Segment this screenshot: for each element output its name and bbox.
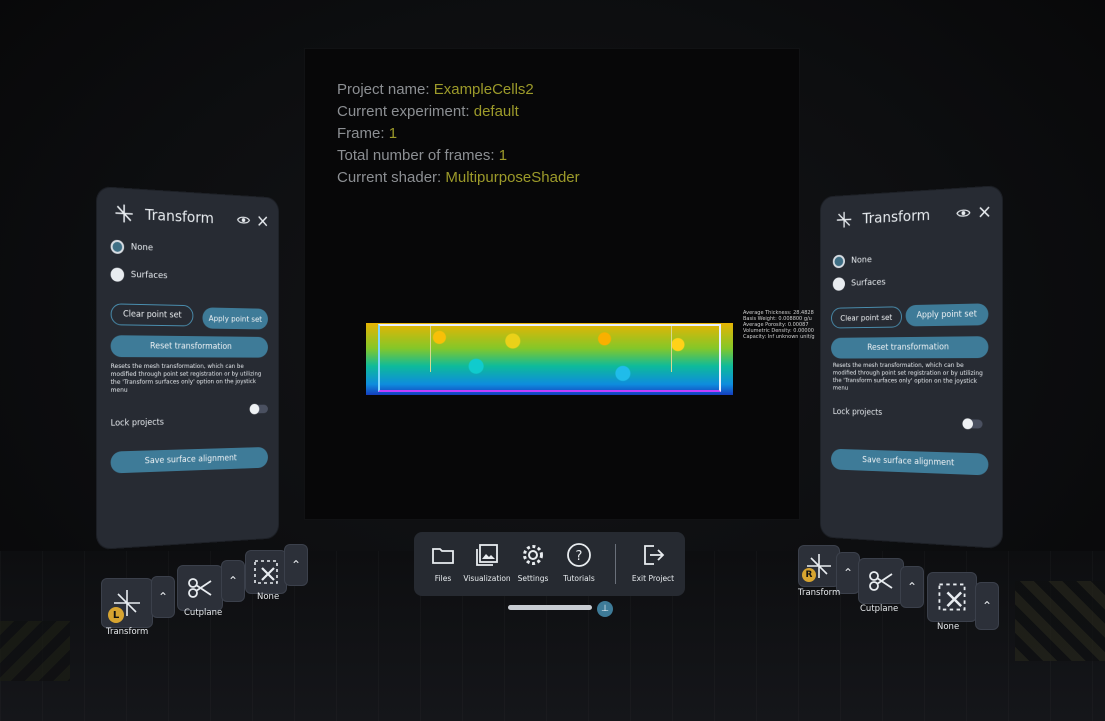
exit-icon: [644, 545, 665, 565]
project-name-line: Project name: ExampleCells2: [337, 81, 534, 98]
exit-project-label: Exit Project: [631, 574, 675, 583]
chevron-up-icon: ⌃: [227, 574, 239, 588]
cutplane-tool-label: Cutplane: [860, 604, 899, 614]
panel-title: Transform: [862, 206, 931, 228]
radio-surfaces[interactable]: Surfaces: [832, 276, 886, 291]
radio-surfaces[interactable]: Surfaces: [110, 267, 168, 283]
close-icon[interactable]: [256, 213, 270, 229]
lock-projects-toggle[interactable]: [250, 404, 268, 414]
left-hand-badge: L: [108, 607, 124, 623]
none-expand-button[interactable]: ⌃: [284, 544, 308, 586]
visualization-button[interactable]: Visualization: [462, 542, 512, 583]
reset-transformation-button[interactable]: Reset transformation: [831, 336, 989, 359]
lock-projects-toggle[interactable]: [963, 419, 983, 429]
tutorials-label: Tutorials: [563, 574, 595, 583]
image-gallery-icon: [476, 544, 498, 566]
files-label: Files: [434, 574, 452, 583]
svg-text:?: ?: [576, 549, 583, 564]
panel-title: Transform: [145, 205, 214, 228]
transform-tool-chip[interactable]: L: [101, 578, 153, 628]
floor-hazard-stripes-left: [0, 621, 70, 681]
inner-bounding-box: [430, 326, 672, 372]
visualization-label: Visualization: [463, 574, 511, 583]
shader-line: Current shader: MultipurposeShader: [337, 169, 580, 186]
selection-x-icon: [938, 583, 966, 611]
save-surface-alignment-button[interactable]: Save surface alignment: [831, 448, 989, 476]
selection-x-icon: [254, 560, 278, 584]
experiment-line: Current experiment: default: [337, 103, 519, 120]
floor-hazard-stripes-right: [1015, 581, 1105, 661]
info-screen: Project name: ExampleCells2 Current expe…: [304, 48, 800, 520]
settings-label: Settings: [517, 574, 549, 583]
radio-selected-icon[interactable]: [832, 254, 845, 269]
cutplane-expand-button[interactable]: ⌃: [900, 566, 924, 608]
chevron-up-icon: ⌃: [981, 599, 993, 613]
transform-tool-label: Transform: [798, 588, 841, 598]
total-frames-line: Total number of frames: 1: [337, 147, 508, 164]
eye-icon[interactable]: [236, 212, 250, 228]
files-button[interactable]: Files: [418, 542, 468, 583]
pin-icon[interactable]: ⊥: [597, 601, 613, 617]
radio-none-label: None: [130, 242, 154, 254]
transform-axes-icon: [113, 201, 136, 226]
tutorials-button[interactable]: ? Tutorials: [554, 542, 604, 583]
clear-point-set-button[interactable]: Clear point set: [831, 306, 902, 329]
reset-description: Resets the mesh transformation, which ca…: [832, 362, 983, 392]
exit-project-button[interactable]: Exit Project: [628, 542, 678, 583]
folder-icon: [432, 548, 454, 564]
dock-drag-handle[interactable]: [508, 605, 592, 610]
transform-axes-icon: [835, 209, 854, 231]
chevron-up-icon: ⌃: [842, 566, 854, 580]
chevron-up-icon: ⌃: [157, 590, 169, 604]
frame-line: Frame: 1: [337, 125, 398, 142]
radio-none[interactable]: None: [832, 253, 872, 269]
radio-surfaces-label: Surfaces: [130, 270, 168, 282]
save-surface-alignment-button[interactable]: Save surface alignment: [110, 446, 268, 474]
cutplane-tool-label: Cutplane: [184, 608, 223, 618]
radio-unselected-icon[interactable]: [110, 267, 125, 282]
close-icon[interactable]: [977, 204, 992, 221]
radio-unselected-icon[interactable]: [832, 277, 845, 291]
radio-surfaces-label: Surfaces: [851, 277, 886, 289]
transform-panel-right: Transform None Surfaces Clear point set …: [820, 186, 1002, 548]
none-tool-label: None: [937, 622, 960, 632]
eye-icon[interactable]: [956, 205, 971, 222]
right-hand-badge: R: [802, 568, 816, 582]
scissors-icon: [869, 571, 893, 591]
apply-point-set-button[interactable]: Apply point set: [202, 307, 268, 330]
project-info: Project name: ExampleCells2 Current expe…: [337, 79, 580, 189]
settings-button[interactable]: Settings: [508, 542, 558, 583]
chevron-up-icon: ⌃: [906, 580, 918, 594]
stat-line: Capacity: Inf unknown unit/g: [743, 334, 815, 340]
none-tool-chip[interactable]: [927, 572, 977, 622]
panel-header: Transform: [829, 197, 992, 235]
dock-divider: [615, 544, 616, 584]
radio-none-label: None: [851, 255, 872, 266]
main-menu-dock: Files Visualization Settings ? Tutorials…: [414, 532, 685, 596]
transform-panel-left: Transform None Surfaces Clear point set …: [97, 187, 279, 549]
none-tool-label: None: [257, 592, 280, 602]
reset-description: Resets the mesh transformation, which ca…: [110, 363, 262, 394]
chevron-up-icon: ⌃: [290, 558, 302, 572]
none-expand-button[interactable]: ⌃: [975, 582, 999, 630]
transform-expand-button[interactable]: ⌃: [151, 576, 175, 618]
none-tool-chip[interactable]: [245, 550, 287, 594]
gear-icon: [523, 545, 543, 565]
cutplane-tool-chip[interactable]: [858, 558, 904, 604]
apply-point-set-button[interactable]: Apply point set: [905, 303, 989, 327]
radio-none[interactable]: None: [110, 239, 154, 256]
radio-selected-icon[interactable]: [110, 239, 125, 255]
lock-projects-label: Lock projects: [110, 417, 164, 429]
cutplane-expand-button[interactable]: ⌃: [221, 560, 245, 602]
panel-header: Transform: [107, 198, 270, 236]
lock-projects-label: Lock projects: [832, 407, 883, 418]
transform-tool-label: Transform: [106, 627, 149, 637]
transform-tool-chip[interactable]: R: [798, 545, 840, 587]
clear-point-set-button[interactable]: Clear point set: [110, 303, 194, 327]
help-circle-icon: ?: [567, 543, 591, 567]
scissors-icon: [188, 578, 212, 598]
cutplane-tool-chip[interactable]: [177, 565, 223, 611]
visualization-stats: Average Thickness: 28.4828 Basis Weight:…: [743, 310, 815, 340]
reset-transformation-button[interactable]: Reset transformation: [110, 335, 268, 358]
